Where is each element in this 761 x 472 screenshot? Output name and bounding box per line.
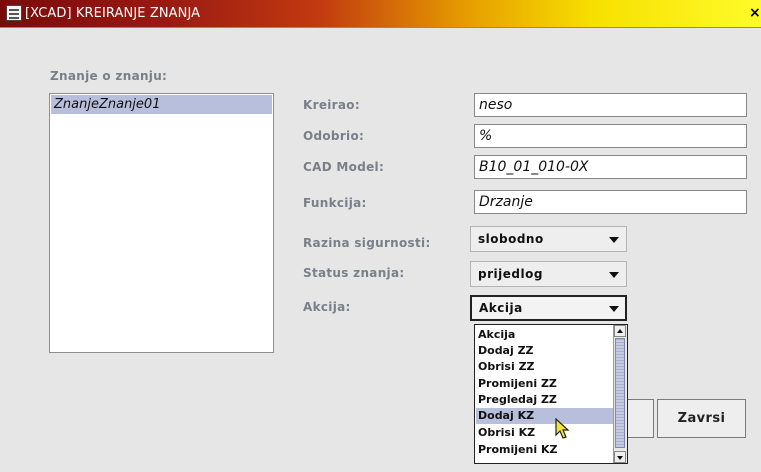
akcija-select[interactable]: Akcija <box>470 295 627 321</box>
odobrio-label: Odobrio: <box>303 129 365 143</box>
dropdown-option[interactable]: Promijeni ZZ <box>476 376 616 392</box>
kreirao-field[interactable]: neso <box>474 93 747 117</box>
razina-value: slobodno <box>478 232 544 246</box>
scroll-down-icon[interactable] <box>614 451 626 463</box>
close-icon[interactable]: × <box>749 5 761 21</box>
mouse-cursor-icon <box>555 418 570 439</box>
akcija-value: Akcija <box>479 301 523 315</box>
knowledge-list-label: Znanje o znanju: <box>50 69 168 83</box>
hidden-button-edge[interactable] <box>627 399 654 438</box>
chevron-down-icon[interactable] <box>609 272 619 278</box>
dropdown-option[interactable]: Promijeni KZ <box>476 442 616 458</box>
chevron-down-icon[interactable] <box>609 237 619 243</box>
dialog-window: [XCAD] KREIRANJE ZNANJA × Znanje o znanj… <box>0 0 761 472</box>
status-select[interactable]: prijedlog <box>470 261 627 287</box>
funkcija-field[interactable]: Drzanje <box>474 190 747 214</box>
kreirao-label: Kreirao: <box>303 98 360 112</box>
chevron-down-icon[interactable] <box>609 306 619 312</box>
razina-select[interactable]: slobodno <box>470 226 627 252</box>
dropdown-option[interactable]: Obrisi ZZ <box>476 359 616 375</box>
zavrsi-button[interactable]: Zavrsi <box>657 399 746 438</box>
razina-label: Razina sigurnosti: <box>303 236 431 250</box>
list-item[interactable]: ZnanjeZnanje01 <box>51 95 272 114</box>
cad-model-label: CAD Model: <box>303 160 385 174</box>
odobrio-field[interactable]: % <box>474 124 747 148</box>
knowledge-list[interactable]: ZnanjeZnanje01 <box>49 93 274 353</box>
scroll-up-icon[interactable] <box>614 325 626 337</box>
dropdown-option[interactable]: Dodaj ZZ <box>476 343 616 359</box>
akcija-dropdown-list[interactable]: Akcija Dodaj ZZ Obrisi ZZ Promijeni ZZ P… <box>474 324 628 464</box>
cad-model-field[interactable]: B10_01_010-0X <box>474 155 747 179</box>
dropdown-option-highlighted[interactable]: Dodaj KZ <box>476 408 616 424</box>
title-bar[interactable]: [XCAD] KREIRANJE ZNANJA × <box>0 0 761 28</box>
window-title: [XCAD] KREIRANJE ZNANJA <box>25 6 201 21</box>
dropdown-option[interactable]: Obrisi KZ <box>476 425 616 441</box>
scroll-thumb[interactable] <box>615 338 625 448</box>
status-label: Status znanja: <box>303 266 405 280</box>
dropdown-scrollbar[interactable] <box>613 325 627 463</box>
dropdown-option[interactable]: Pregledaj ZZ <box>476 392 616 408</box>
status-value: prijedlog <box>478 267 543 281</box>
akcija-label: Akcija: <box>303 300 351 314</box>
funkcija-label: Funkcija: <box>303 196 367 210</box>
dropdown-option[interactable]: Akcija <box>476 327 616 343</box>
app-icon <box>6 5 22 21</box>
